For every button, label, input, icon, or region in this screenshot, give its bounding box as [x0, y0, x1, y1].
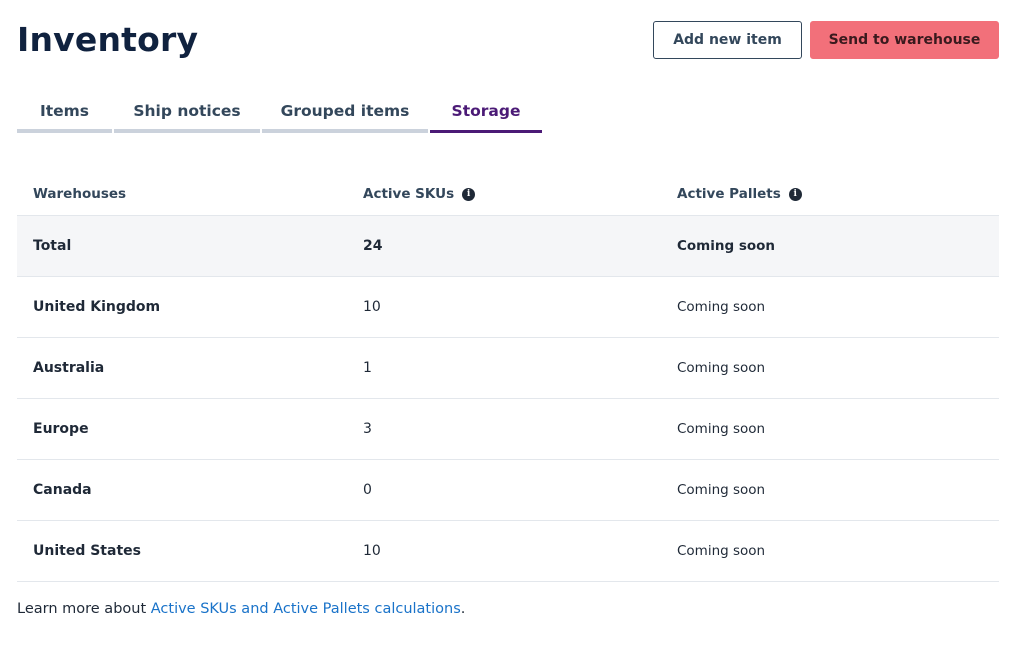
storage-table: Warehouses Active SKUs i Active Pallets … [17, 172, 999, 582]
send-to-warehouse-button[interactable]: Send to warehouse [810, 21, 999, 59]
column-header-active-pallets: Active Pallets i [677, 186, 802, 202]
pallets-cell: Coming soon [677, 299, 766, 315]
table-row-total: Total 24 Coming soon [17, 216, 999, 277]
pallets-cell: Coming soon [677, 360, 766, 376]
warehouse-cell: Canada [33, 482, 92, 498]
table-row: Canada 0 Coming soon [17, 460, 999, 521]
column-header-label: Active Pallets [677, 186, 781, 202]
warehouse-cell: Australia [33, 360, 105, 376]
skus-cell: 10 [363, 543, 381, 559]
skus-cell: 10 [363, 299, 381, 315]
warehouse-cell: Total [33, 238, 72, 254]
info-icon[interactable]: i [788, 187, 802, 201]
skus-cell: 3 [363, 421, 372, 437]
column-header-warehouses: Warehouses [33, 186, 127, 202]
table-row: Australia 1 Coming soon [17, 338, 999, 399]
table-row: United Kingdom 10 Coming soon [17, 277, 999, 338]
tab-bar: Items Ship notices Grouped items Storage [17, 96, 542, 133]
calculations-link[interactable]: Active SKUs and Active Pallets calculati… [151, 601, 461, 617]
column-header-label: Active SKUs [363, 186, 455, 202]
skus-cell: 24 [363, 238, 383, 254]
skus-cell: 0 [363, 482, 372, 498]
pallets-cell: Coming soon [677, 238, 776, 254]
page-title: Inventory [17, 20, 199, 59]
tab-ship-notices[interactable]: Ship notices [114, 96, 260, 133]
warehouse-cell: United States [33, 543, 141, 559]
footer-prefix: Learn more about [17, 601, 151, 617]
info-icon[interactable]: i [462, 187, 476, 201]
table-header-row: Warehouses Active SKUs i Active Pallets … [17, 172, 999, 216]
column-header-active-skus: Active SKUs i [363, 186, 677, 202]
tab-items[interactable]: Items [17, 96, 112, 133]
footer-suffix: . [460, 601, 466, 617]
skus-cell: 1 [363, 360, 372, 376]
pallets-cell: Coming soon [677, 421, 766, 437]
pallets-cell: Coming soon [677, 482, 766, 498]
tab-storage[interactable]: Storage [430, 96, 542, 133]
table-row: Europe 3 Coming soon [17, 399, 999, 460]
add-new-item-button[interactable]: Add new item [653, 21, 802, 59]
warehouse-cell: Europe [33, 421, 89, 437]
warehouse-cell: United Kingdom [33, 299, 161, 315]
table-row: United States 10 Coming soon [17, 521, 999, 582]
pallets-cell: Coming soon [677, 543, 766, 559]
footer-note: Learn more about Active SKUs and Active … [17, 601, 465, 617]
tab-grouped-items[interactable]: Grouped items [262, 96, 428, 133]
